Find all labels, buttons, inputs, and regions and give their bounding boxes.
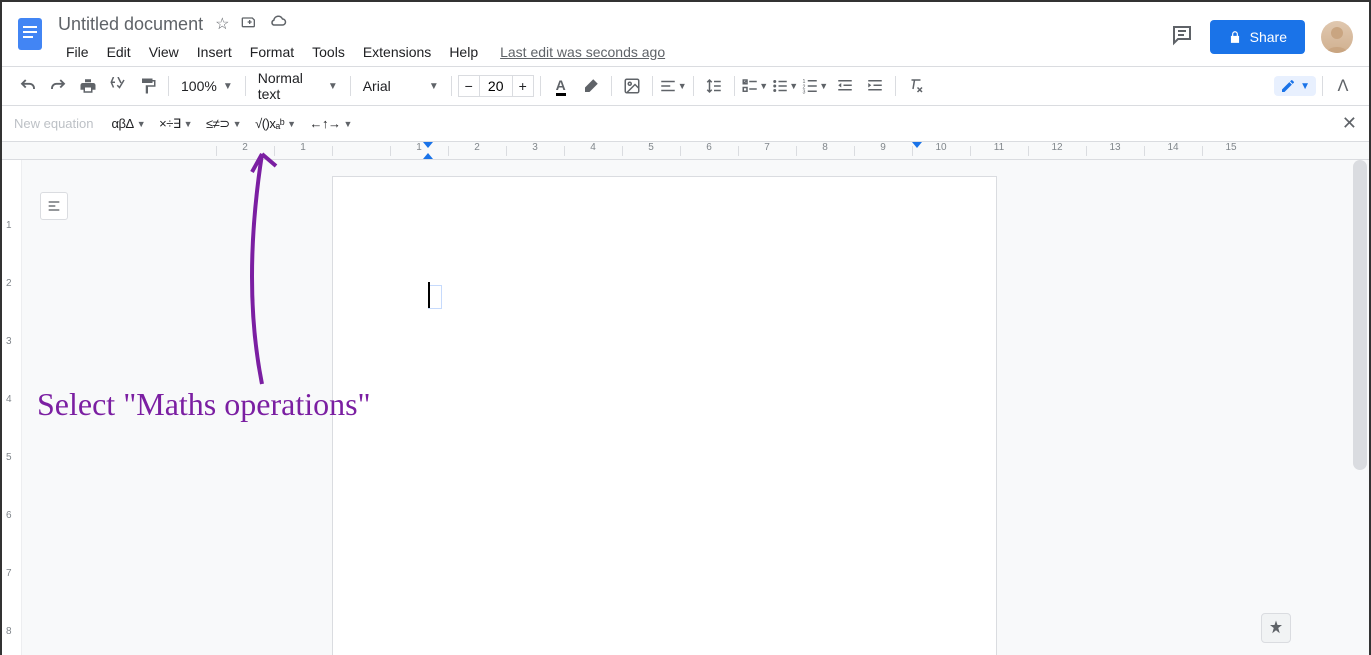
greek-letters-dropdown[interactable]: αβΔ▼ [108, 112, 150, 136]
text-color-button[interactable]: A [547, 72, 575, 100]
line-spacing-button[interactable] [700, 72, 728, 100]
close-equation-toolbar[interactable]: ✕ [1342, 113, 1357, 134]
explore-button[interactable] [1261, 613, 1291, 643]
separator [451, 76, 452, 96]
document-page[interactable] [332, 176, 997, 655]
zoom-select[interactable]: 100%▼ [175, 74, 239, 98]
move-icon[interactable] [241, 14, 257, 35]
first-line-indent[interactable] [423, 142, 433, 148]
document-outline-button[interactable] [40, 192, 68, 220]
horizontal-ruler[interactable]: 2 1 1 2 3 4 5 6 7 8 9 10 11 12 13 14 15 [2, 142, 1369, 160]
share-button[interactable]: Share [1210, 20, 1305, 54]
align-button[interactable]: ▼ [659, 72, 687, 100]
math-functions-dropdown[interactable]: √()xₐᵇ▼ [251, 112, 299, 136]
menu-view[interactable]: View [141, 40, 187, 64]
user-avatar[interactable] [1321, 21, 1353, 53]
checklist-button[interactable]: ▼ [741, 72, 769, 100]
last-edit-link[interactable]: Last edit was seconds ago [500, 44, 665, 60]
spellcheck-button[interactable] [104, 72, 132, 100]
new-equation-label[interactable]: New equation [14, 116, 94, 131]
arrows-dropdown[interactable]: ←↑→▼ [306, 112, 356, 136]
scrollbar-thumb[interactable] [1353, 160, 1367, 470]
clear-format-button[interactable] [902, 72, 930, 100]
menu-edit[interactable]: Edit [99, 40, 139, 64]
vertical-ruler[interactable]: 1 2 3 4 5 6 7 8 [2, 160, 22, 655]
decrease-indent-button[interactable] [831, 72, 859, 100]
separator [895, 76, 896, 96]
font-select[interactable]: Arial▼ [357, 74, 445, 98]
share-label: Share [1250, 29, 1287, 45]
right-indent[interactable] [912, 142, 922, 148]
menu-format[interactable]: Format [242, 40, 302, 64]
menu-help[interactable]: Help [441, 40, 486, 64]
equation-box[interactable] [428, 285, 442, 309]
comments-icon[interactable] [1170, 23, 1194, 52]
main-toolbar: 100%▼ Normal text▼ Arial▼ − + A ▼ ▼ ▼ 12… [2, 66, 1369, 106]
separator [540, 76, 541, 96]
pencil-icon [1280, 78, 1296, 94]
separator [652, 76, 653, 96]
separator [1322, 76, 1323, 96]
relations-dropdown[interactable]: ≤≠⊃▼ [202, 112, 245, 136]
equation-toolbar: New equation αβΔ▼ ×÷∃▼ ≤≠⊃▼ √()xₐᵇ▼ ←↑→▼… [2, 106, 1369, 142]
font-size-increase[interactable]: + [512, 75, 534, 97]
collapse-toolbar-button[interactable]: ᐱ [1329, 72, 1357, 100]
paint-format-button[interactable] [134, 72, 162, 100]
bullet-list-button[interactable]: ▼ [771, 72, 799, 100]
svg-text:3: 3 [803, 90, 806, 96]
title-area: Untitled document ☆ File Edit View Inser… [50, 10, 1170, 66]
separator [734, 76, 735, 96]
workspace: 1 2 3 4 5 6 7 8 ‹ [2, 160, 1369, 655]
cloud-status-icon[interactable] [269, 14, 287, 35]
document-title[interactable]: Untitled document [58, 14, 203, 35]
header-bar: Untitled document ☆ File Edit View Inser… [2, 2, 1369, 66]
lock-icon [1228, 30, 1242, 44]
style-select[interactable]: Normal text▼ [252, 74, 344, 98]
increase-indent-button[interactable] [861, 72, 889, 100]
font-size-decrease[interactable]: − [458, 75, 480, 97]
menu-tools[interactable]: Tools [304, 40, 353, 64]
separator [350, 76, 351, 96]
insert-image-button[interactable] [618, 72, 646, 100]
redo-button[interactable] [44, 72, 72, 100]
editing-mode-button[interactable]: ▼ [1274, 76, 1316, 96]
scrollbar[interactable] [1353, 160, 1367, 650]
text-cursor [428, 282, 430, 308]
menu-extensions[interactable]: Extensions [355, 40, 439, 64]
separator [168, 76, 169, 96]
font-size-group: − + [458, 75, 534, 97]
docs-logo[interactable] [10, 14, 50, 54]
left-indent[interactable] [423, 153, 433, 159]
numbered-list-button[interactable]: 123▼ [801, 72, 829, 100]
star-icon[interactable]: ☆ [215, 14, 229, 35]
menu-file[interactable]: File [58, 40, 97, 64]
separator [693, 76, 694, 96]
menu-bar: File Edit View Insert Format Tools Exten… [58, 38, 1170, 66]
print-button[interactable] [74, 72, 102, 100]
separator [611, 76, 612, 96]
separator [245, 76, 246, 96]
menu-insert[interactable]: Insert [189, 40, 240, 64]
math-operations-dropdown[interactable]: ×÷∃▼ [155, 112, 196, 136]
highlight-button[interactable] [577, 72, 605, 100]
undo-button[interactable] [14, 72, 42, 100]
font-size-input[interactable] [480, 75, 512, 97]
